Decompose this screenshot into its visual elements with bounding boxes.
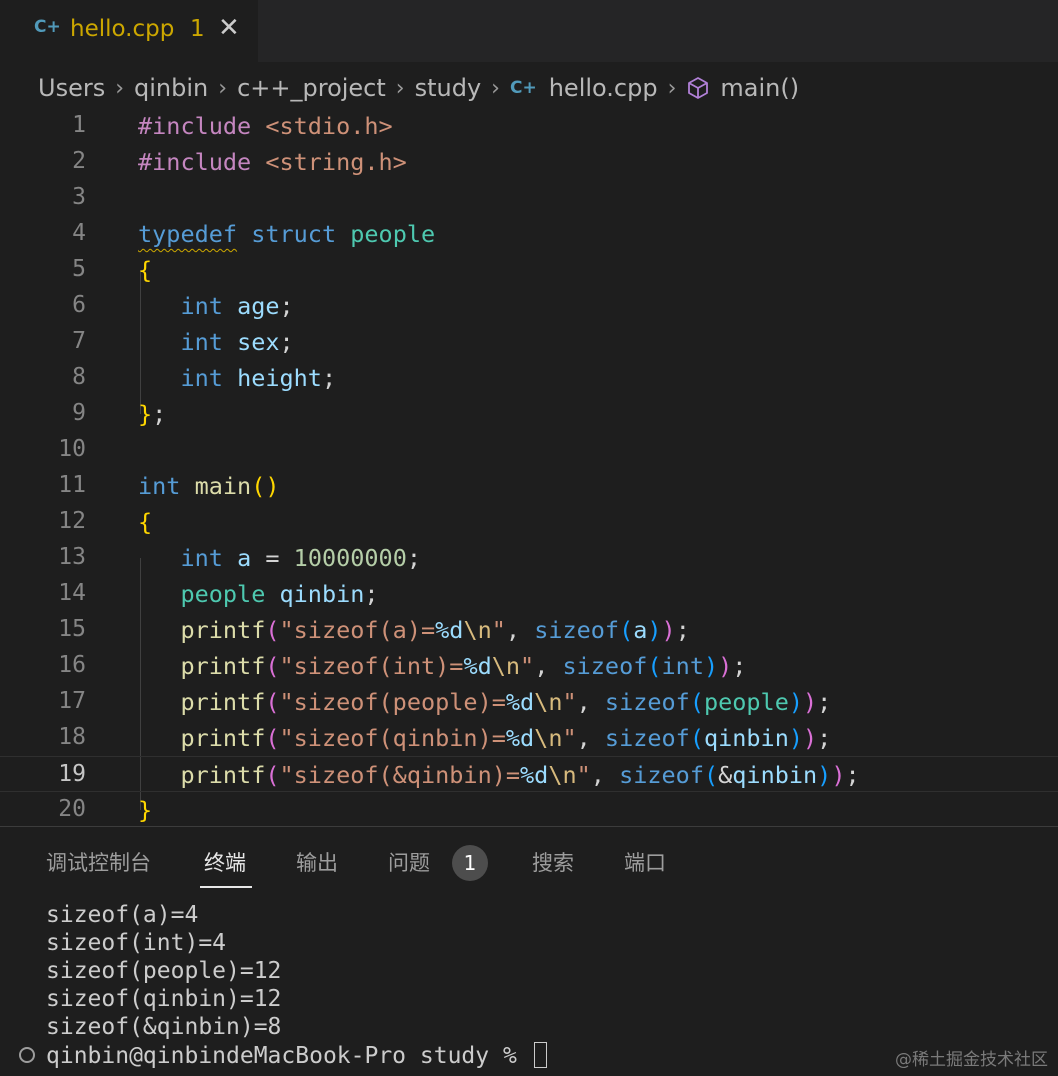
tab-output[interactable]: 输出: [296, 847, 338, 877]
symbol-method-cube-icon: [688, 77, 709, 99]
tab-problems[interactable]: 问题: [388, 847, 430, 877]
code-line: 6 int age;: [0, 288, 1058, 324]
code-line-content: int age;: [180, 292, 294, 320]
chevron-right-icon: ›: [667, 75, 677, 101]
code-line-content: };: [138, 400, 167, 428]
code-line-content: int main(): [138, 472, 280, 500]
code-line-content: #include <string.h>: [138, 148, 407, 176]
terminal-output-line: sizeof(qinbin)=12: [46, 986, 282, 1012]
code-line: 11 int main(): [0, 468, 1058, 504]
breadcrumb-item-study[interactable]: study: [415, 74, 482, 102]
terminal-prompt: qinbin@qinbindeMacBook-Pro study %: [46, 1043, 531, 1069]
code-line: 13 int a = 10000000;: [0, 540, 1058, 576]
tab-search[interactable]: 搜索: [532, 847, 574, 877]
line-number: 17: [58, 688, 86, 714]
cpp-file-icon: C+: [34, 17, 61, 37]
breadcrumb-item-users[interactable]: Users: [38, 74, 105, 102]
code-line: 17 printf("sizeof(people)=%d\n", sizeof(…: [0, 684, 1058, 720]
problems-count-badge: 1: [452, 845, 488, 881]
code-line: 4 typedef struct people: [0, 216, 1058, 252]
command-status-circle-icon: [19, 1047, 35, 1063]
line-number: 19: [58, 761, 86, 787]
line-number: 14: [58, 580, 86, 606]
code-line: 3: [0, 180, 1058, 216]
code-line-content: }: [138, 796, 153, 824]
code-line: 2 #include <string.h>: [0, 144, 1058, 180]
line-number: 4: [72, 220, 86, 246]
breadcrumb-item-symbol[interactable]: main(): [720, 74, 799, 102]
code-editor[interactable]: 1 #include <stdio.h> 2 #include <string.…: [0, 108, 1058, 826]
breadcrumb-item-project[interactable]: c++_project: [237, 74, 386, 102]
chevron-right-icon: ›: [115, 75, 125, 101]
close-icon[interactable]: ✕: [218, 13, 240, 43]
code-line: 9 };: [0, 396, 1058, 432]
code-line-content: printf("sizeof(a)=%d\n", sizeof(a));: [180, 616, 690, 644]
tab-ports[interactable]: 端口: [624, 847, 666, 877]
line-number: 2: [72, 148, 86, 174]
code-line-content: printf("sizeof(qinbin)=%d\n", sizeof(qin…: [180, 724, 832, 752]
breadcrumb-item-qinbin[interactable]: qinbin: [134, 74, 208, 102]
chevron-right-icon: ›: [395, 75, 405, 101]
chevron-right-icon: ›: [218, 75, 228, 101]
watermark: @稀土掘金技术社区: [895, 1050, 1048, 1070]
line-number: 7: [72, 328, 86, 354]
line-number: 11: [58, 472, 86, 498]
code-line: 7 int sex;: [0, 324, 1058, 360]
breadcrumb-item-file[interactable]: hello.cpp: [549, 74, 658, 102]
code-line-content: printf("sizeof(&qinbin)=%d\n", sizeof(&q…: [180, 761, 860, 789]
code-line: 5 {: [0, 252, 1058, 288]
code-line-content: {: [138, 256, 153, 284]
chevron-right-icon: ›: [491, 75, 500, 101]
terminal-output-line: sizeof(a)=4: [46, 902, 199, 928]
editor-tab-strip: C+ hello.cpp 1 ✕: [0, 0, 1058, 62]
line-number: 12: [58, 508, 86, 534]
code-line: 20 }: [0, 792, 1058, 828]
line-number: 15: [58, 616, 86, 642]
code-line-content: int sex;: [180, 328, 294, 356]
line-number: 5: [72, 256, 86, 282]
code-line: 16 printf("sizeof(int)=%d\n", sizeof(int…: [0, 648, 1058, 684]
terminal-output-line: sizeof(int)=4: [46, 930, 227, 956]
code-line-content: #include <stdio.h>: [138, 112, 393, 140]
line-number: 13: [58, 544, 86, 570]
code-line-current: 19 printf("sizeof(&qinbin)=%d\n", sizeof…: [0, 756, 1058, 792]
code-line: 8 int height;: [0, 360, 1058, 396]
tab-debug-console[interactable]: 调试控制台: [46, 847, 151, 877]
code-line: 15 printf("sizeof(a)=%d\n", sizeof(a));: [0, 612, 1058, 648]
line-number: 8: [72, 364, 86, 390]
code-line-content: int a = 10000000;: [180, 544, 422, 572]
active-tab-indicator: [200, 886, 252, 888]
code-line-content: {: [138, 508, 153, 536]
code-line-content: printf("sizeof(int)=%d\n", sizeof(int));: [180, 652, 747, 680]
tab-problem-count: 1: [190, 16, 205, 42]
line-number: 20: [58, 796, 86, 822]
code-line: 12 {: [0, 504, 1058, 540]
code-line: 1 #include <stdio.h>: [0, 108, 1058, 144]
line-number: 6: [72, 292, 86, 318]
code-line: 14 people qinbin;: [0, 576, 1058, 612]
code-line-content: people qinbin;: [180, 580, 379, 608]
line-number: 3: [72, 184, 86, 210]
tab-title: hello.cpp: [70, 16, 175, 42]
line-number: 9: [72, 400, 86, 426]
line-number: 16: [58, 652, 86, 678]
terminal-cursor: [533, 1042, 547, 1068]
code-line: 10: [0, 432, 1058, 468]
cpp-file-icon: C+: [509, 78, 537, 98]
warning-squiggle: typedef: [138, 220, 238, 248]
code-line-content: printf("sizeof(people)=%d\n", sizeof(peo…: [180, 688, 832, 716]
line-number: 18: [58, 724, 86, 750]
line-number: 1: [72, 112, 86, 138]
breadcrumb: Users › qinbin › c++_project › study › C…: [38, 70, 799, 106]
code-line: 18 printf("sizeof(qinbin)=%d\n", sizeof(…: [0, 720, 1058, 756]
terminal-output-line: sizeof(people)=12: [46, 958, 282, 984]
terminal-prompt-line[interactable]: qinbin@qinbindeMacBook-Pro study %: [46, 1042, 547, 1069]
tab-terminal[interactable]: 终端: [204, 847, 246, 877]
tab-hello-cpp[interactable]: C+ hello.cpp 1 ✕: [0, 0, 258, 62]
line-number: 10: [58, 436, 86, 462]
code-line-content: typedef struct people: [138, 220, 436, 248]
code-line-content: int height;: [180, 364, 337, 392]
terminal-output-line: sizeof(&qinbin)=8: [46, 1014, 282, 1040]
